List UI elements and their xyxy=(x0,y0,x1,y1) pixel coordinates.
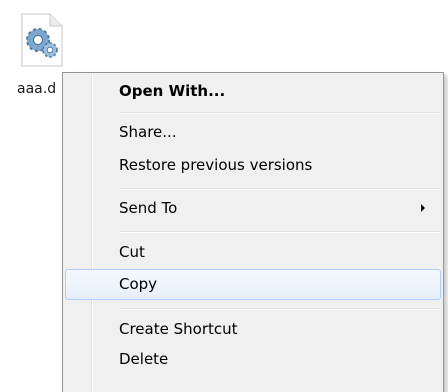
menu-item-send-to-label: Send To xyxy=(119,199,178,217)
settings-file-graphic xyxy=(21,13,63,67)
menu-separator xyxy=(120,231,440,233)
chevron-right-icon xyxy=(421,204,425,212)
desktop: aaa.d Open With... Share... Restore prev… xyxy=(0,0,448,392)
file-name-label: aaa.d xyxy=(17,81,57,97)
menu-item-share[interactable]: Share... xyxy=(65,118,441,146)
menu-item-cut[interactable]: Cut xyxy=(65,238,441,266)
context-menu: Open With... Share... Restore previous v… xyxy=(62,72,444,392)
menu-item-restore-previous-versions[interactable]: Restore previous versions xyxy=(65,151,441,179)
menu-separator xyxy=(120,188,440,190)
menu-item-delete[interactable]: Delete xyxy=(65,345,441,373)
menu-separator xyxy=(120,112,440,114)
menu-separator xyxy=(120,308,440,310)
settings-file-icon[interactable] xyxy=(16,12,68,68)
menu-item-send-to[interactable]: Send To xyxy=(65,194,441,222)
menu-item-copy[interactable]: Copy xyxy=(65,269,441,300)
menu-item-create-shortcut[interactable]: Create Shortcut xyxy=(65,315,441,343)
menu-item-open-with[interactable]: Open With... xyxy=(65,77,441,105)
